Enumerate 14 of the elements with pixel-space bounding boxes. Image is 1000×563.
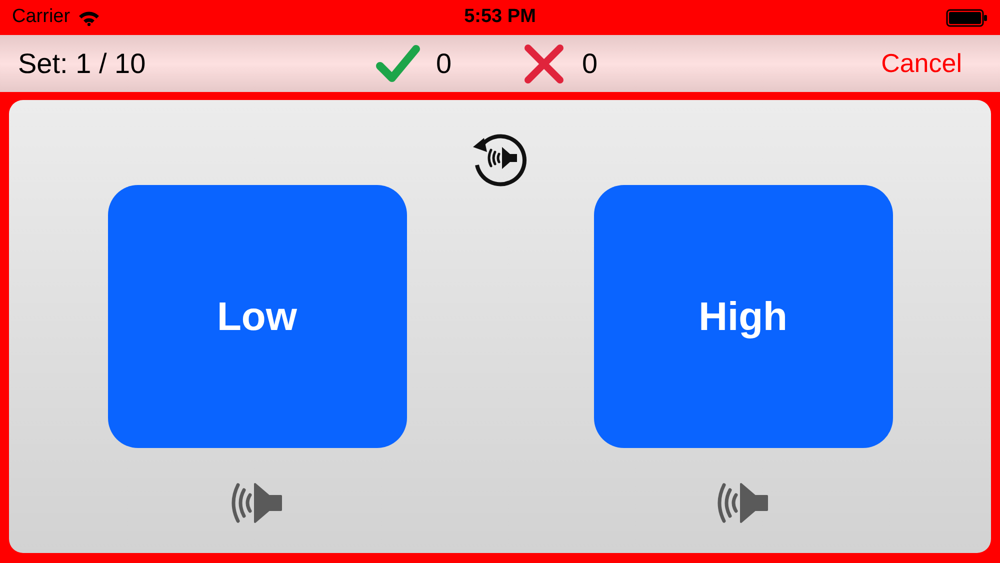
cancel-button[interactable]: Cancel — [881, 44, 962, 83]
choice-button[interactable]: Low — [108, 185, 406, 448]
clock-time: 5:53 PM — [464, 5, 536, 30]
battery-icon — [946, 8, 988, 26]
wrong-count: 0 — [582, 46, 598, 80]
correct-count: 0 — [436, 46, 452, 80]
speaker-icon[interactable] — [715, 481, 771, 525]
wifi-icon — [78, 10, 100, 26]
cross-icon — [522, 44, 566, 84]
set-counter: Set: 1 / 10 — [18, 46, 146, 80]
speaker-icon[interactable] — [229, 481, 285, 525]
checkmark-icon — [376, 44, 420, 84]
choice-button[interactable]: High — [594, 185, 892, 448]
carrier-label: Carrier — [12, 5, 70, 30]
